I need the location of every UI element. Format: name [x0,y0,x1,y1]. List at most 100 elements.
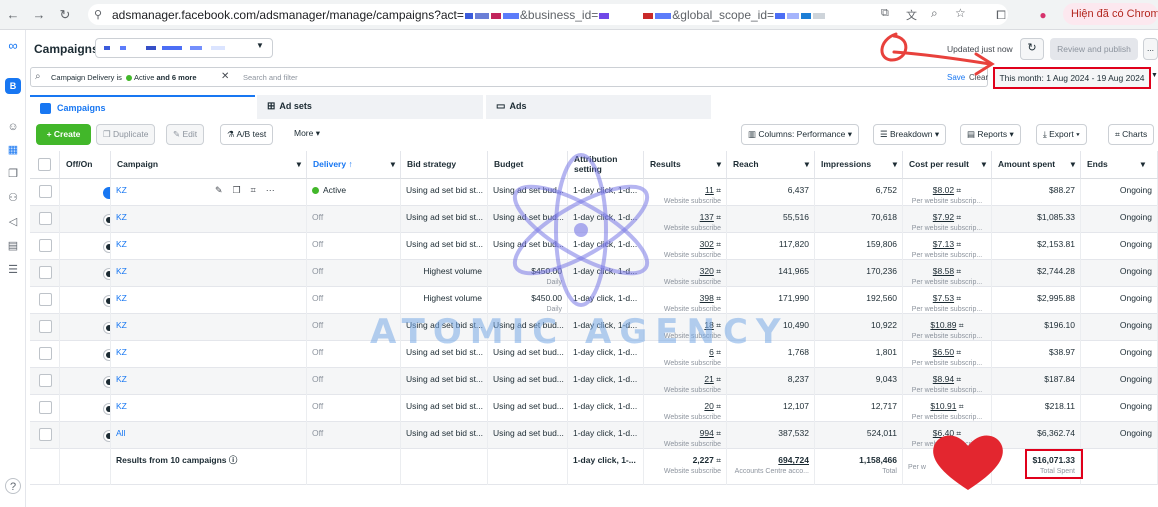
table-row[interactable]: KZ Off Using ad set bid st... Using ad set … [30,233,1158,260]
results-value[interactable]: 20 [704,401,713,411]
campaign-toggle[interactable] [103,376,110,388]
tab-adsets[interactable]: ⊞ Ad sets [257,95,483,119]
breakdown-button[interactable]: ☰ Breakdown ▾ [873,124,947,145]
cpr-value[interactable]: $7.92 [933,212,954,222]
cast-icon[interactable]: ⧉ [881,7,889,20]
cpr-value[interactable]: $7.53 [933,293,954,303]
col-attribution[interactable]: Attribution setting [568,151,644,179]
refresh-icon[interactable]: ↻ [1020,38,1044,60]
results-value[interactable]: 137 [700,212,714,222]
more-button[interactable]: More ▾ [288,124,327,145]
row-actions[interactable]: ✎❐⌗⋯ [215,183,285,197]
col-offon[interactable]: Off/On [60,151,111,179]
bookmark-star-icon[interactable]: ☆ [955,6,966,20]
catalog-icon[interactable]: ▤ [4,238,22,254]
col-bid-strategy[interactable]: Bid strategy [401,151,488,179]
filter-chip[interactable]: Campaign Delivery is Active and 6 more [51,73,197,82]
pages-icon[interactable]: ❐ [4,166,22,182]
campaign-toggle[interactable] [103,322,110,334]
chevron-down-icon[interactable]: ▼ [1151,72,1158,79]
profile-icon[interactable]: ● [1034,6,1052,24]
reports-button[interactable]: ▤ Reports ▾ [960,124,1021,145]
more-icon[interactable]: ⋯ [266,185,285,195]
save-filter-button[interactable]: Save [947,73,965,82]
col-reach[interactable]: Reach ▾ [727,151,815,179]
create-button[interactable]: + Create [36,124,91,145]
col-budget[interactable]: Budget [488,151,568,179]
site-info-icon[interactable]: ⚲ [94,8,102,21]
charts-button[interactable]: ⌗ Charts [1108,124,1155,145]
smiley-icon[interactable]: ☺ [4,119,22,135]
campaign-toggle[interactable] [103,241,110,253]
results-value[interactable]: 11 [705,185,714,195]
columns-button[interactable]: ▥ Columns: Performance ▾ [741,124,859,145]
campaign-name-link[interactable]: KZ [116,266,127,276]
row-checkbox[interactable] [39,293,52,306]
results-value[interactable]: 21 [704,374,713,384]
campaigns-grid-icon[interactable]: ▦ [4,142,22,158]
search-input[interactable]: Search and filter [243,73,298,82]
select-all-checkbox[interactable] [38,158,51,171]
row-checkbox[interactable] [39,212,52,225]
campaign-name-link[interactable]: KZ [116,293,127,303]
campaign-toggle[interactable] [103,295,110,307]
campaign-name-link[interactable]: KZ [116,320,127,330]
campaign-toggle[interactable] [103,430,110,442]
translate-icon[interactable]: 文 [906,7,917,23]
edit-button[interactable]: ✎ Edit [166,124,205,145]
col-results[interactable]: Results ▾ [644,151,727,179]
campaign-name-link[interactable]: KZ [116,185,127,195]
campaign-name-link[interactable]: KZ [116,212,127,222]
duplicate-icon[interactable]: ❐ [233,185,251,195]
close-icon[interactable]: ✕ [221,71,229,82]
campaign-toggle[interactable] [103,268,110,280]
table-row[interactable]: KZ Off Using ad set bid st... Using ad set … [30,395,1158,422]
export-button[interactable]: ⤓ Export ▾ [1036,124,1087,145]
campaign-name-link[interactable]: KZ [116,239,127,249]
info-icon[interactable]: ⓘ [229,455,238,465]
cpr-value[interactable]: $8.02 [933,185,954,195]
megaphone-icon[interactable]: ◁ [4,214,22,230]
filter-bar[interactable]: ⌕ Campaign Delivery is Active and 6 more… [30,67,988,87]
chrome-update-button[interactable]: Hiện đã có Chrome m [1063,3,1158,25]
ab-test-button[interactable]: ⚗ A/B test [220,124,274,145]
row-checkbox[interactable] [39,185,52,198]
duplicate-button[interactable]: ❐ Duplicate [96,124,156,145]
cpr-value[interactable]: $10.89 [930,320,956,330]
cpr-value[interactable]: $6.40 [933,428,954,438]
row-checkbox[interactable] [39,428,52,441]
campaign-toggle[interactable] [103,349,110,361]
campaign-toggle[interactable] [103,403,110,415]
results-value[interactable]: 18 [704,320,713,330]
table-row[interactable]: KZ Off Highest volume $450.00 Daily 1-day cli… [30,287,1158,314]
campaign-toggle[interactable] [103,214,110,226]
results-value[interactable]: 320 [700,266,714,276]
campaign-toggle[interactable] [103,187,110,199]
row-checkbox[interactable] [39,374,52,387]
table-row[interactable]: KZ Off Using ad set bid st... Using ad set … [30,206,1158,233]
row-checkbox[interactable] [39,320,52,333]
date-range-picker[interactable]: This month: 1 Aug 2024 - 19 Aug 2024 [993,67,1151,89]
forward-icon[interactable]: → [30,6,48,24]
col-cost-per-result[interactable]: Cost per result ▾ [903,151,992,179]
cpr-value[interactable]: $6.50 [933,347,954,357]
campaign-name-link[interactable]: KZ [116,347,127,357]
results-value[interactable]: 6 [709,347,714,357]
results-value[interactable]: 398 [700,293,714,303]
cpr-value[interactable]: $8.58 [933,266,954,276]
back-icon[interactable]: ← [4,6,22,24]
cpr-value[interactable]: $10.91 [930,401,956,411]
reload-icon[interactable]: ↻ [56,6,74,24]
col-delivery[interactable]: Delivery ↑ ▾ [307,151,401,179]
campaign-name-link[interactable]: KZ [116,401,127,411]
table-row[interactable]: KZ ✎❐⌗⋯ Active Using ad set bid st... Using … [30,179,1158,206]
meta-logo-icon[interactable]: ∞ [4,38,22,54]
clear-filter-button[interactable]: Clear [969,73,988,82]
table-row[interactable]: KZ Off Using ad set bid st... Using ad set … [30,368,1158,395]
more-options-button[interactable]: ... [1143,38,1158,60]
table-row[interactable]: KZ Off Using ad set bid st... Using ad set … [30,314,1158,341]
row-checkbox[interactable] [39,401,52,414]
col-amount-spent[interactable]: Amount spent ▾ [992,151,1081,179]
tab-campaigns[interactable]: Campaigns [30,95,255,119]
extensions-icon[interactable]: ⧠ [992,6,1010,24]
